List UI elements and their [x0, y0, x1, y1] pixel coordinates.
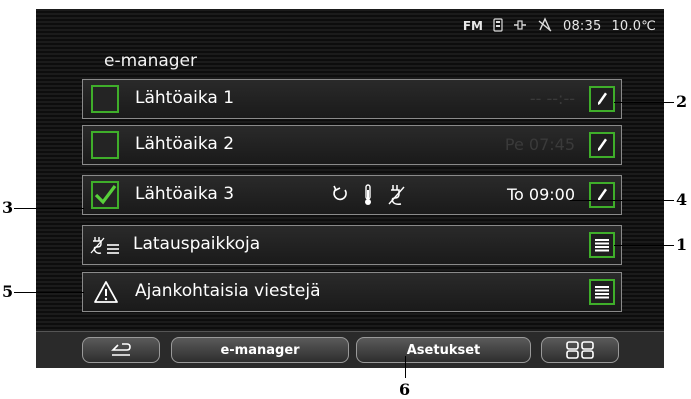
page-title: e-manager [104, 51, 198, 71]
departure-3-checkbox[interactable] [91, 181, 119, 209]
charging-stations-list-button[interactable] [589, 232, 615, 258]
device-screen: FM 08:35 10.0℃ e-manager Lähtöaika 1 -- … [36, 9, 664, 368]
callout-4: 4 [676, 190, 688, 209]
fm-indicator: FM [462, 19, 483, 33]
departure-2-checkbox[interactable] [91, 131, 119, 159]
departure-row-2[interactable]: Lähtöaika 2 Pe 07:45 [82, 125, 622, 165]
repeat-icon [333, 185, 347, 201]
departure-3-label: Lähtöaika 3 [135, 184, 235, 204]
departure-row-3[interactable]: Lähtöaika 3 To 09:00 [82, 175, 622, 215]
departure-3-edit-button[interactable] [589, 182, 615, 208]
grid-menu-button[interactable] [541, 337, 619, 363]
callout-4-line [570, 200, 674, 201]
checkmark-icon [94, 185, 117, 205]
departure-3-time: To 09:00 [506, 185, 575, 204]
thermometer-icon [365, 184, 371, 205]
bottom-bar: e-manager Asetukset [36, 331, 664, 368]
charging-cable-icon [388, 185, 405, 205]
callout-3-line [14, 208, 84, 209]
settings-button[interactable]: Asetukset [356, 337, 531, 363]
departure-1-checkbox[interactable] [91, 85, 119, 113]
departure-1-time: -- --:-- [529, 89, 575, 108]
phone-battery-icon [493, 17, 503, 35]
departure-1-label: Lähtöaika 1 [135, 88, 235, 108]
current-messages-list-button[interactable] [589, 279, 615, 305]
callout-6-line [405, 356, 406, 378]
callout-1: 1 [676, 235, 688, 254]
plug-icon [513, 19, 527, 34]
callout-5-line [14, 292, 84, 293]
departure-2-edit-button[interactable] [589, 132, 615, 158]
charging-list-icon [89, 235, 121, 261]
e-manager-button[interactable]: e-manager [171, 337, 349, 363]
callout-2: 2 [676, 92, 688, 111]
departure-2-label: Lähtöaika 2 [135, 134, 235, 154]
callout-5: 5 [2, 282, 14, 301]
departure-row-1[interactable]: Lähtöaika 1 -- --:-- [82, 79, 622, 119]
temperature: 10.0℃ [611, 18, 656, 34]
list-icon [595, 286, 609, 299]
gps-icon [537, 16, 553, 36]
charging-stations-label: Latauspaikkoja [133, 234, 261, 254]
pencil-icon [598, 138, 607, 151]
departure-3-state-icons [331, 184, 407, 206]
departure-2-time: Pe 07:45 [504, 135, 575, 154]
grid-icon [566, 341, 594, 359]
list-icon [595, 239, 609, 252]
back-button[interactable] [82, 337, 160, 363]
current-messages-label: Ajankohtaisia viestejä [135, 281, 321, 301]
current-messages-row[interactable]: Ajankohtaisia viestejä [82, 272, 622, 312]
pencil-icon [598, 92, 607, 105]
status-bar: FM 08:35 10.0℃ [462, 16, 656, 36]
back-arrow-icon [111, 343, 131, 356]
callout-6: 6 [399, 380, 411, 399]
callout-3: 3 [2, 198, 14, 217]
charging-stations-row[interactable]: Latauspaikkoja [82, 225, 622, 265]
callout-2-line [614, 102, 674, 103]
departure-1-edit-button[interactable] [589, 86, 615, 112]
clock: 08:35 [562, 18, 602, 34]
callout-1-line [614, 245, 674, 246]
warning-icon [93, 280, 119, 308]
